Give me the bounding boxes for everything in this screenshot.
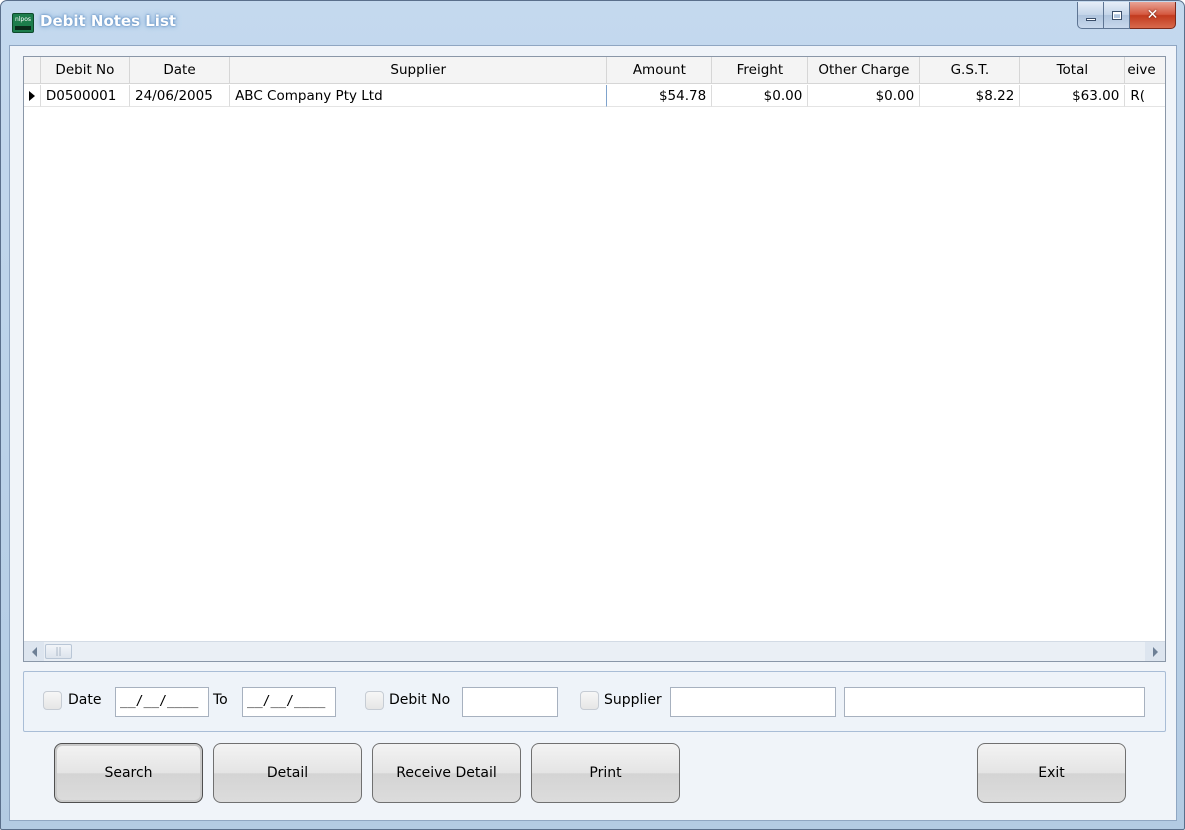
search-button[interactable]: Search: [54, 743, 203, 803]
table-row[interactable]: D0500001 24/06/2005 ABC Company Pty Ltd …: [24, 85, 1165, 107]
grid-header: Debit No Date Supplier Amount Freight Ot…: [24, 57, 1165, 84]
cell-received[interactable]: R(: [1125, 85, 1165, 107]
column-header-gst[interactable]: G.S.T.: [920, 57, 1021, 83]
filter-panel: Date __/__/____ To __/__/____ Debit No S…: [23, 671, 1166, 732]
close-button[interactable]: ✕: [1130, 2, 1176, 29]
scrollbar-grip-icon: ||: [55, 646, 62, 657]
column-header-received[interactable]: eive: [1125, 57, 1165, 83]
app-logo-strip: [15, 26, 31, 30]
print-button[interactable]: Print: [531, 743, 680, 803]
column-header-freight[interactable]: Freight: [712, 57, 809, 83]
column-header-date[interactable]: Date: [130, 57, 231, 83]
supplier-filter-label: Supplier: [604, 692, 662, 708]
column-header-total[interactable]: Total: [1020, 57, 1126, 83]
header-indicator-cell: [24, 57, 41, 83]
receive-detail-button[interactable]: Receive Detail: [372, 743, 521, 803]
minimize-button[interactable]: [1077, 2, 1104, 29]
title-bar[interactable]: nlpos Debit Notes List ✕: [1, 1, 1184, 45]
cell-supplier[interactable]: ABC Company Pty Ltd: [230, 85, 608, 107]
column-header-supplier[interactable]: Supplier: [230, 57, 608, 83]
close-icon: ✕: [1146, 7, 1159, 23]
supplier-name-input[interactable]: [844, 687, 1145, 717]
cell-amount[interactable]: $54.78: [607, 85, 713, 107]
scroll-left-icon: [31, 646, 37, 657]
scroll-right-icon: [1152, 646, 1158, 657]
debit-notes-grid[interactable]: Debit No Date Supplier Amount Freight Ot…: [23, 56, 1166, 662]
supplier-code-input[interactable]: [670, 687, 836, 717]
date-filter-label: Date: [68, 692, 102, 708]
cell-freight[interactable]: $0.00: [712, 85, 809, 107]
column-header-other-charge[interactable]: Other Charge: [808, 57, 921, 83]
app-logo-icon: nlpos: [12, 13, 34, 33]
horizontal-scrollbar[interactable]: ||: [24, 641, 1165, 661]
date-filter-checkbox[interactable]: [43, 691, 62, 710]
app-logo-text: nlpos: [14, 16, 32, 23]
caption-buttons: ✕: [1077, 2, 1176, 29]
scroll-right-button[interactable]: [1145, 642, 1165, 661]
debit-no-input[interactable]: [462, 687, 558, 717]
exit-button[interactable]: Exit: [977, 743, 1126, 803]
debit-no-filter-label: Debit No: [389, 692, 451, 708]
column-header-amount[interactable]: Amount: [607, 57, 713, 83]
maximize-icon: [1111, 10, 1122, 20]
date-to-label: To: [213, 692, 228, 708]
column-header-debit-no[interactable]: Debit No: [41, 57, 130, 83]
row-indicator-cell: [24, 85, 41, 107]
cell-total[interactable]: $63.00: [1020, 85, 1126, 107]
date-from-field[interactable]: __/__/____: [115, 687, 209, 717]
date-to-field[interactable]: __/__/____: [242, 687, 336, 717]
detail-button[interactable]: Detail: [213, 743, 362, 803]
debit-no-filter-checkbox[interactable]: [365, 691, 384, 710]
maximize-button[interactable]: [1104, 2, 1130, 29]
row-pointer-icon: [28, 90, 35, 101]
minimize-icon: [1085, 17, 1096, 21]
cell-date[interactable]: 24/06/2005: [130, 85, 231, 107]
window-title: Debit Notes List: [40, 12, 177, 30]
scroll-left-button[interactable]: [24, 642, 44, 661]
cell-other-charge[interactable]: $0.00: [808, 85, 921, 107]
cell-debit-no[interactable]: D0500001: [40, 85, 130, 107]
client-area: Debit No Date Supplier Amount Freight Ot…: [9, 45, 1177, 821]
scrollbar-thumb[interactable]: ||: [45, 644, 72, 659]
cell-gst[interactable]: $8.22: [920, 85, 1021, 107]
debit-notes-window: nlpos Debit Notes List ✕ Debit No Date S…: [0, 0, 1185, 830]
supplier-filter-checkbox[interactable]: [580, 691, 599, 710]
